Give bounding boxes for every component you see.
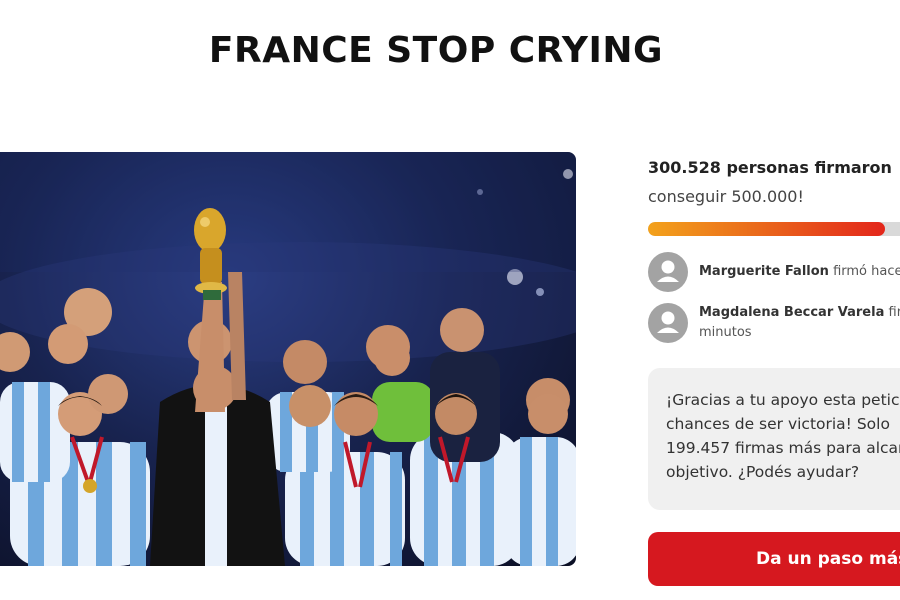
signer-action: firmó hace bbox=[833, 264, 900, 279]
thanks-line: 199.457 firmas más para alcanzar bbox=[666, 439, 900, 457]
signature-count: 300.528 personas firmaron bbox=[648, 158, 892, 177]
signer-name: Magdalena Beccar Varela bbox=[699, 305, 885, 320]
user-silhouette-icon bbox=[648, 303, 688, 343]
thanks-line: chances de ser victoria! Solo bbox=[666, 415, 890, 433]
signer-text: Magdalena Beccar Varela firmó hace minut… bbox=[699, 303, 900, 343]
petition-sidebar: 300.528 personas firmaron conseguir 500.… bbox=[648, 0, 900, 600]
user-silhouette-icon bbox=[648, 252, 688, 292]
petition-photo bbox=[0, 152, 576, 566]
signer-text: Marguerite Fallon firmó hace bbox=[699, 262, 900, 282]
signature-goal: conseguir 500.000! bbox=[648, 187, 804, 206]
thanks-line: objetivo. ¿Podés ayudar? bbox=[666, 463, 860, 481]
signer-name: Marguerite Fallon bbox=[699, 264, 829, 279]
thanks-message-box: ¡Gracias a tu apoyo esta petición chance… bbox=[648, 368, 900, 510]
signature-progress-bar bbox=[648, 222, 900, 236]
signer-action: firmó hace bbox=[888, 305, 900, 320]
thanks-line: ¡Gracias a tu apoyo esta petición bbox=[666, 391, 900, 409]
team-celebration-image bbox=[0, 152, 576, 566]
signature-progress-fill bbox=[648, 222, 885, 236]
signer-time: minutos bbox=[699, 325, 752, 340]
next-step-button[interactable]: Da un paso más bbox=[648, 532, 900, 586]
